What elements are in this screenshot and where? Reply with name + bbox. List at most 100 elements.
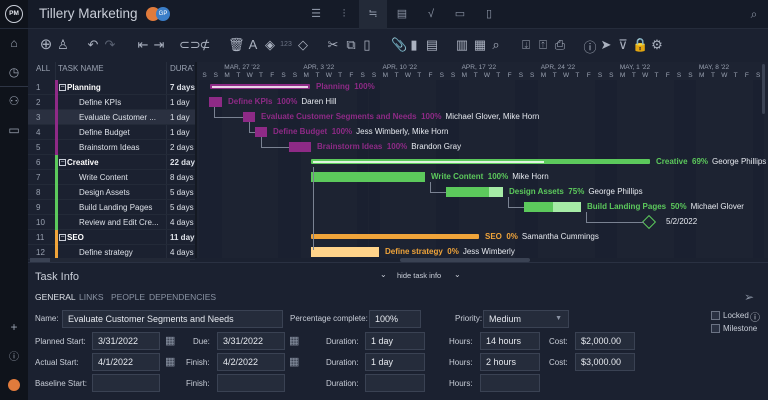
print-icon[interactable]: ⎙ [552, 37, 568, 53]
task-duration[interactable]: 4 days [170, 215, 195, 230]
task-bar[interactable] [289, 142, 311, 152]
table-row[interactable]: 5 Brainstorm Ideas 2 days [28, 140, 195, 155]
milestone-icon[interactable]: ◇ [295, 37, 311, 53]
gantt-view-icon[interactable]: ≒ [359, 0, 387, 29]
lock-icon[interactable]: 🔒 [632, 37, 648, 53]
chevron-down-icon[interactable]: ⌄ [380, 270, 387, 279]
attachment-icon[interactable]: 📎 [391, 37, 407, 53]
import-icon[interactable]: ⍗ [518, 37, 534, 53]
table-row[interactable]: 8 Design Assets 5 days [28, 185, 195, 200]
vertical-scrollbar[interactable] [762, 64, 765, 114]
milestone-checkbox[interactable] [711, 324, 720, 333]
baseline-hours-input[interactable] [480, 374, 540, 392]
task-bar[interactable] [311, 247, 379, 257]
text-color-icon[interactable]: A [245, 37, 261, 52]
task-name[interactable]: Write Content [79, 170, 165, 185]
collapse-toggle-icon[interactable]: − [59, 234, 66, 241]
task-name[interactable]: Creative [67, 155, 153, 170]
settings-icon[interactable]: ⚙ [649, 37, 665, 53]
percentage-input[interactable]: 100% [369, 310, 421, 328]
planned-hours-input[interactable]: 14 hours [480, 332, 540, 350]
due-input[interactable]: 3/31/2022 [217, 332, 285, 350]
task-duration[interactable]: 1 day [170, 110, 195, 125]
summary-bar[interactable] [311, 234, 479, 239]
task-bar[interactable] [311, 172, 425, 182]
task-name[interactable]: Review and Edit Cre... [79, 215, 165, 230]
delete-icon[interactable]: 🗑 [228, 37, 244, 53]
task-bar[interactable] [255, 127, 267, 137]
task-name[interactable]: Brainstorm Ideas [79, 140, 165, 155]
task-duration[interactable]: 2 days [170, 140, 195, 155]
files-view-icon[interactable]: ▯ [475, 7, 503, 29]
help-icon[interactable]: ⓘ [4, 348, 24, 363]
planned-cost-input[interactable]: $2,000.00 [575, 332, 635, 350]
table-row[interactable]: 4 Define Budget 1 day [28, 125, 195, 140]
task-bar[interactable] [209, 97, 222, 107]
search-icon[interactable]: ⌕ [740, 7, 768, 29]
task-duration[interactable]: 1 day [170, 95, 195, 110]
actual-hours-input[interactable]: 2 hours [480, 353, 540, 371]
undo-icon[interactable]: ↶ [85, 37, 101, 53]
add-task-icon[interactable]: ⊕ [38, 35, 54, 53]
task-duration[interactable]: 22 days [170, 155, 195, 170]
home-icon[interactable]: ⌂ [4, 36, 24, 50]
table-row[interactable]: 6 − Creative 22 days [28, 155, 195, 170]
redo-icon[interactable]: ↷ [102, 37, 118, 53]
assign-user-icon[interactable]: ♙ [55, 37, 71, 53]
fill-color-icon[interactable]: ◈ [262, 37, 278, 53]
calendar-icon[interactable]: ▦ [289, 355, 299, 368]
actual-finish-input[interactable]: 4/2/2022 [217, 353, 285, 371]
task-duration[interactable]: 11 days [170, 230, 195, 245]
outdent-icon[interactable]: ⇤ [135, 37, 151, 53]
planned-start-input[interactable]: 3/31/2022 [92, 332, 160, 350]
summary-bar[interactable] [311, 159, 650, 164]
cut-icon[interactable]: ✂ [325, 37, 341, 53]
task-name[interactable]: Planning [67, 80, 153, 95]
table-row[interactable]: 7 Write Content 8 days [28, 170, 195, 185]
priority-select[interactable]: Medium▼ [483, 310, 569, 328]
task-duration[interactable]: 7 days [170, 80, 195, 95]
task-name[interactable]: Evaluate Customer ... [79, 110, 165, 125]
sheet-view-icon[interactable]: ▤ [388, 7, 416, 29]
task-bar[interactable] [446, 187, 503, 197]
col-header-task-name[interactable]: TASK NAME [58, 64, 104, 73]
actual-duration-input[interactable]: 1 day [365, 353, 425, 371]
table-row[interactable]: 2 Define KPIs 1 day [28, 95, 195, 110]
baseline-finish-input[interactable] [217, 374, 285, 392]
list-view-icon[interactable]: ☰ [302, 7, 330, 29]
calendar-icon[interactable]: ▦ [165, 355, 175, 368]
hide-task-info-toggle[interactable]: hide task info [397, 271, 441, 280]
task-duration[interactable]: 8 days [170, 170, 195, 185]
note-icon[interactable]: ▮ [406, 37, 422, 53]
comment-icon[interactable]: ▤ [424, 37, 440, 53]
tab-links[interactable]: LINKS [79, 292, 104, 302]
calendar-icon[interactable]: ▦ [289, 334, 299, 347]
name-input[interactable]: Evaluate Customer Segments and Needs [62, 310, 283, 328]
planned-duration-input[interactable]: 1 day [365, 332, 425, 350]
task-bar[interactable] [243, 112, 255, 122]
task-name[interactable]: SEO [67, 230, 153, 245]
filter-icon[interactable]: ⊽ [615, 37, 631, 53]
baseline-start-input[interactable] [92, 374, 160, 392]
columns-icon[interactable]: ▥ [454, 37, 470, 53]
board-view-icon[interactable]: ⫶ [330, 7, 358, 29]
actual-cost-input[interactable]: $3,000.00 [575, 353, 635, 371]
people-icon[interactable]: ⚇ [4, 94, 24, 108]
grid-icon[interactable]: ▦ [472, 37, 488, 53]
tab-general[interactable]: GENERAL [35, 292, 76, 302]
clock-icon[interactable]: ◷ [4, 65, 24, 79]
col-header-duration[interactable]: DURATION [170, 64, 194, 73]
table-row[interactable]: 1 − Planning 7 days [28, 80, 195, 95]
avatar-gp[interactable]: GP [156, 7, 170, 21]
table-row[interactable]: 10 Review and Edit Cre... 4 days [28, 215, 195, 230]
task-duration[interactable]: 5 days [170, 185, 195, 200]
task-name[interactable]: Define Budget [79, 125, 165, 140]
dashboard-view-icon[interactable]: √ [417, 7, 445, 29]
task-duration[interactable]: 1 day [170, 125, 195, 140]
table-row[interactable]: 9 Build Landing Pages 5 days [28, 200, 195, 215]
zoom-icon[interactable]: ⌕ [488, 37, 504, 53]
chevron-down-icon[interactable]: ⌄ [454, 270, 461, 279]
plus-icon[interactable]: + [4, 320, 24, 334]
calendar-view-icon[interactable]: ▭ [446, 7, 474, 29]
paste-icon[interactable]: ▯ [359, 37, 375, 53]
